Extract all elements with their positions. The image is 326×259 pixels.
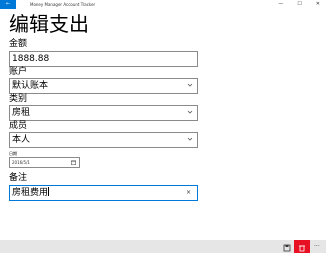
more-glyph: ··· xyxy=(314,243,320,250)
more-button[interactable]: ··· xyxy=(311,240,326,253)
note-input[interactable]: 房租费用 × xyxy=(9,185,198,201)
clear-icon[interactable]: × xyxy=(186,188,191,197)
note-value: 房租费用 xyxy=(12,188,49,198)
save-icon xyxy=(283,244,291,252)
maximize-button[interactable]: ☐ xyxy=(297,0,301,9)
calendar-icon xyxy=(71,160,76,165)
amount-label: 金额 xyxy=(9,39,28,49)
delete-icon xyxy=(299,245,305,252)
chevron-down-icon xyxy=(187,137,193,141)
save-button[interactable] xyxy=(279,240,295,253)
title-bar: ← Money Manager Account Tracker — ☐ ✕ xyxy=(0,0,326,9)
member-select[interactable]: 本人 xyxy=(9,132,198,148)
page-title: 编辑支出 xyxy=(9,12,89,36)
close-button[interactable]: ✕ xyxy=(316,0,320,9)
back-glyph: ← xyxy=(5,1,11,7)
category-select[interactable]: 房租 xyxy=(9,105,198,121)
back-arrow-icon[interactable]: ← xyxy=(0,0,16,9)
member-value: 本人 xyxy=(12,135,31,145)
date-picker[interactable]: 2016/5/1 xyxy=(9,157,80,168)
chevron-down-icon xyxy=(187,83,193,87)
note-value-wrap: 房租费用 xyxy=(12,187,50,199)
note-label: 备注 xyxy=(9,173,28,183)
category-label: 类别 xyxy=(9,94,28,104)
date-value: 2016/5/1 xyxy=(12,160,30,165)
member-label: 成员 xyxy=(9,121,28,131)
text-caret xyxy=(48,187,50,196)
minimize-button[interactable]: — xyxy=(278,0,283,9)
amount-value: 1888.88 xyxy=(12,54,50,64)
window-controls: — ☐ ✕ xyxy=(278,0,320,9)
amount-input[interactable]: 1888.88 xyxy=(9,51,198,67)
app-title: Money Manager Account Tracker xyxy=(30,2,96,7)
account-value: 默认账本 xyxy=(12,81,49,91)
account-select[interactable]: 默认账本 xyxy=(9,78,198,94)
category-value: 房租 xyxy=(12,108,31,118)
delete-button[interactable] xyxy=(294,240,310,253)
account-label: 账户 xyxy=(9,67,28,77)
chevron-down-icon xyxy=(187,110,193,114)
command-bar: ··· xyxy=(0,240,326,253)
